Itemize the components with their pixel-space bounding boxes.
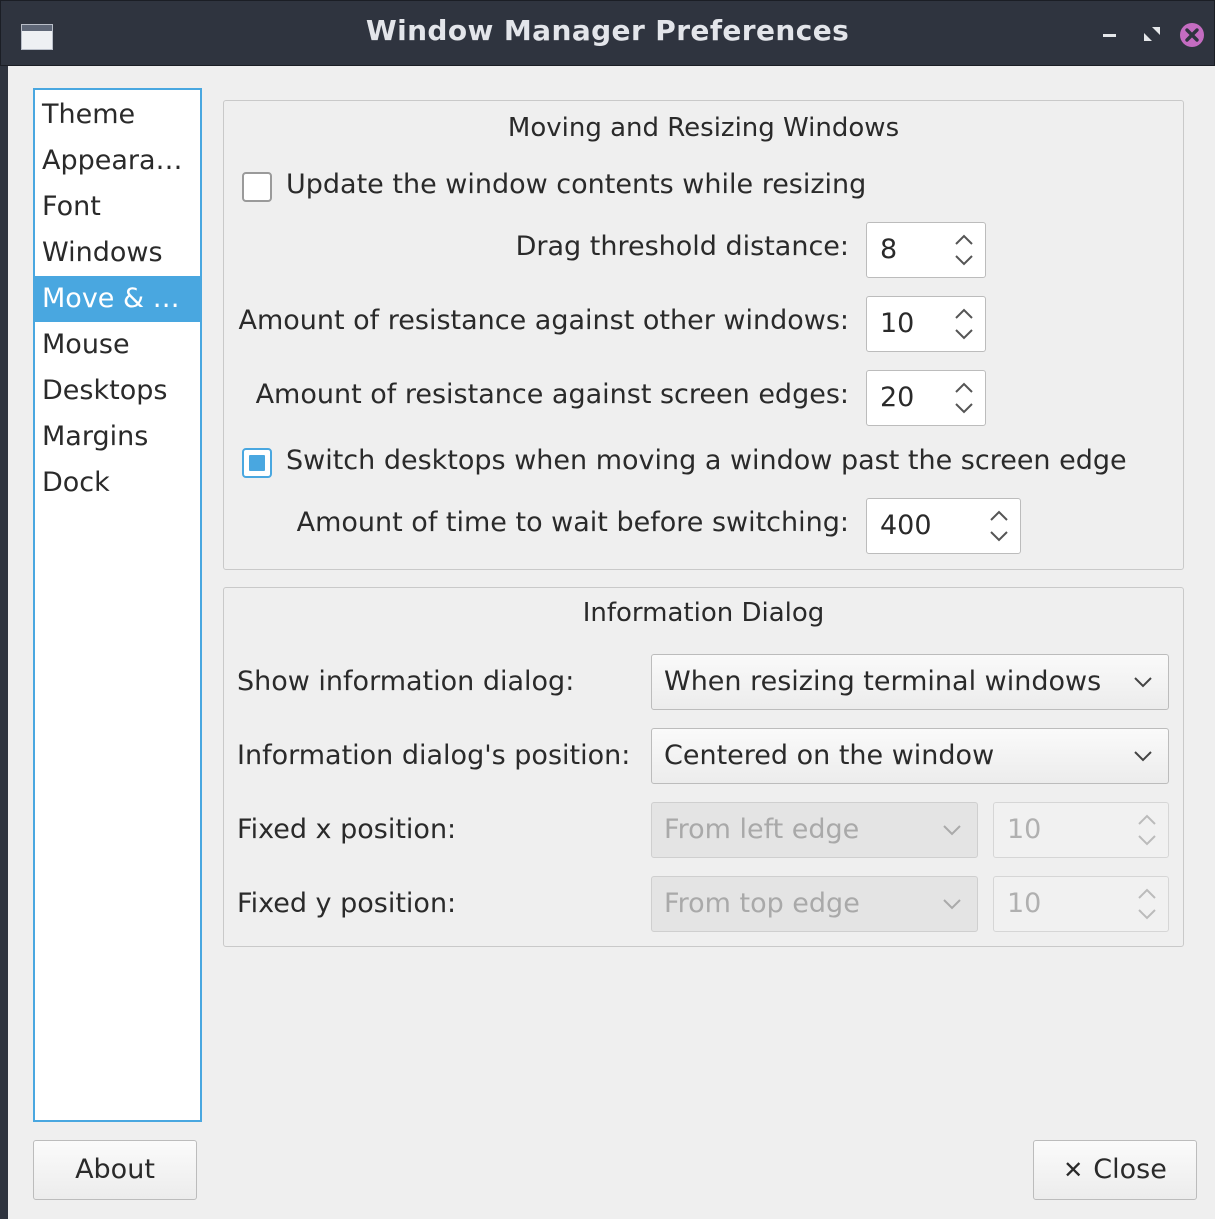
info-position-value: Centered on the window xyxy=(664,740,995,771)
sidebar-item-theme[interactable]: Theme xyxy=(35,92,200,138)
switch-desktops-checkbox[interactable] xyxy=(242,448,272,478)
sidebar-item-desktops[interactable]: Desktops xyxy=(35,368,200,414)
show-info-label: Show information dialog: xyxy=(237,666,575,697)
sidebar-item-appearance[interactable]: Appeara… xyxy=(35,138,200,184)
fixed-y-value[interactable]: 10 xyxy=(1007,888,1041,919)
chevron-down-icon xyxy=(943,899,961,910)
spin-arrows-icon[interactable] xyxy=(986,505,1012,547)
update-contents-label: Update the window contents while resizin… xyxy=(286,169,867,200)
spin-arrows-icon[interactable] xyxy=(1134,883,1160,925)
resist-edges-spinner[interactable]: 20 xyxy=(866,370,986,426)
sidebar[interactable]: Theme Appeara… Font Windows Move & … Mou… xyxy=(33,88,202,1122)
show-info-value: When resizing terminal windows xyxy=(664,666,1102,697)
close-x-icon: ✕ xyxy=(1063,1156,1084,1184)
info-position-label: Information dialog's position: xyxy=(237,740,631,771)
maximize-icon[interactable] xyxy=(1139,20,1167,48)
window-icon[interactable] xyxy=(21,24,53,50)
about-button[interactable]: About xyxy=(33,1140,197,1200)
show-info-dropdown[interactable]: When resizing terminal windows xyxy=(651,654,1169,710)
moving-resizing-title: Moving and Resizing Windows xyxy=(507,113,900,143)
fixed-x-edge-value: From left edge xyxy=(664,814,860,845)
minimize-icon[interactable] xyxy=(1097,20,1125,48)
spin-arrows-icon[interactable] xyxy=(951,377,977,419)
drag-threshold-value[interactable]: 8 xyxy=(880,234,897,265)
window-title: Window Manager Preferences xyxy=(365,14,850,47)
close-button-label: Close xyxy=(1093,1154,1167,1185)
resist-edges-value[interactable]: 20 xyxy=(880,382,914,413)
information-dialog-group: Information Dialog Show information dial… xyxy=(223,587,1184,947)
fixed-x-label: Fixed x position: xyxy=(237,814,457,845)
info-position-dropdown[interactable]: Centered on the window xyxy=(651,728,1169,784)
switch-wait-label: Amount of time to wait before switching: xyxy=(296,507,849,538)
fixed-x-spinner[interactable]: 10 xyxy=(993,802,1169,858)
drag-threshold-spinner[interactable]: 8 xyxy=(866,222,986,278)
fixed-x-edge-dropdown[interactable]: From left edge xyxy=(651,802,978,858)
spin-arrows-icon[interactable] xyxy=(951,229,977,271)
spin-arrows-icon[interactable] xyxy=(1134,809,1160,851)
close-window-icon[interactable] xyxy=(1177,20,1205,48)
fixed-y-edge-dropdown[interactable]: From top edge xyxy=(651,876,978,932)
fixed-x-value[interactable]: 10 xyxy=(1007,814,1041,845)
switch-desktops-label: Switch desktops when moving a window pas… xyxy=(286,445,1127,476)
sidebar-item-margins[interactable]: Margins xyxy=(35,414,200,460)
close-button[interactable]: ✕ Close xyxy=(1033,1140,1197,1200)
fixed-y-label: Fixed y position: xyxy=(237,888,457,919)
title-bar[interactable]: Window Manager Preferences xyxy=(0,0,1215,66)
fixed-y-edge-value: From top edge xyxy=(664,888,860,919)
chevron-down-icon xyxy=(1134,751,1152,762)
chevron-down-icon xyxy=(1134,677,1152,688)
sidebar-item-mouse[interactable]: Mouse xyxy=(35,322,200,368)
spin-arrows-icon[interactable] xyxy=(951,303,977,345)
sidebar-item-windows[interactable]: Windows xyxy=(35,230,200,276)
update-contents-checkbox[interactable] xyxy=(242,172,272,202)
window-frame xyxy=(0,66,8,1219)
fixed-y-spinner[interactable]: 10 xyxy=(993,876,1169,932)
switch-wait-spinner[interactable]: 400 xyxy=(866,498,1021,554)
resist-windows-value[interactable]: 10 xyxy=(880,308,914,339)
information-dialog-title: Information Dialog xyxy=(582,598,825,628)
sidebar-item-dock[interactable]: Dock xyxy=(35,460,200,506)
drag-threshold-label: Drag threshold distance: xyxy=(515,231,849,262)
sidebar-item-move-resize[interactable]: Move & … xyxy=(35,276,200,322)
sidebar-item-font[interactable]: Font xyxy=(35,184,200,230)
chevron-down-icon xyxy=(943,825,961,836)
resist-windows-label: Amount of resistance against other windo… xyxy=(238,305,849,336)
moving-resizing-group: Moving and Resizing Windows Update the w… xyxy=(223,100,1184,570)
resist-windows-spinner[interactable]: 10 xyxy=(866,296,986,352)
resist-edges-label: Amount of resistance against screen edge… xyxy=(255,379,849,410)
switch-wait-value[interactable]: 400 xyxy=(880,510,932,541)
